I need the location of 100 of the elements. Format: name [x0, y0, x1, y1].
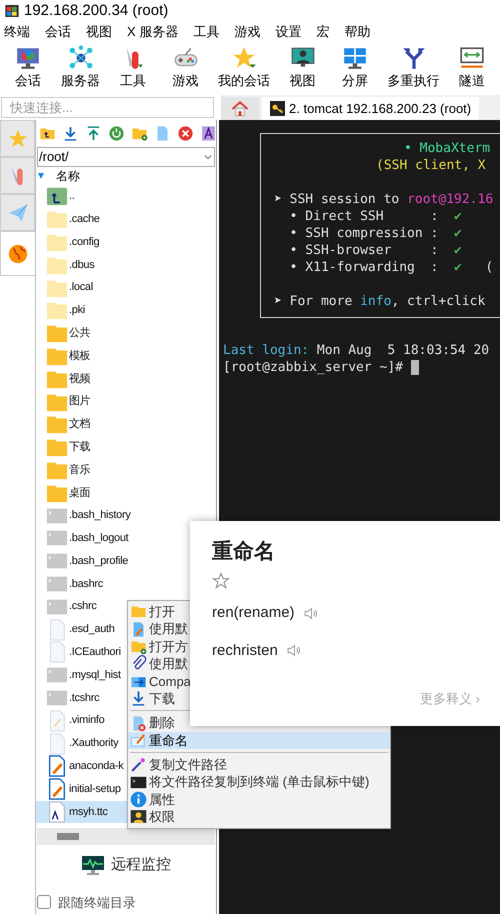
- app-logo-icon: [4, 3, 20, 19]
- window-title: 192.168.200.34 (root): [24, 0, 168, 21]
- upload-icon: [85, 125, 102, 142]
- toolbar-button[interactable]: 隧道: [452, 45, 492, 87]
- menu-item[interactable]: 打开: [128, 603, 190, 620]
- info-icon: [130, 791, 147, 808]
- menu-item[interactable]: 复制文件路径: [128, 756, 390, 774]
- monitor-chart-icon: [81, 853, 105, 878]
- file-pencil-icon: [46, 778, 68, 800]
- toolbar-button[interactable]: 多重执行: [388, 45, 440, 87]
- star-icon: [6, 128, 28, 150]
- menu-item[interactable]: 使用默: [128, 620, 190, 638]
- column-header[interactable]: 名称: [56, 167, 80, 185]
- translation-text: rechristen: [212, 640, 278, 660]
- side-tab[interactable]: [0, 231, 35, 276]
- file-row[interactable]: .bashrc: [36, 572, 216, 596]
- menu-item[interactable]: 重命名: [128, 732, 390, 750]
- download-icon: [62, 125, 79, 142]
- file-row[interactable]: .bash_history: [36, 504, 216, 527]
- toolbar-button[interactable]: 会话: [8, 45, 48, 87]
- toolbar-button[interactable]: 视图: [282, 45, 322, 87]
- menu-item[interactable]: 宏: [316, 22, 330, 42]
- file-row[interactable]: ..: [36, 185, 216, 208]
- feature-line: • SSH-browser : ✔: [288, 242, 463, 259]
- file-row[interactable]: 图片: [36, 390, 216, 413]
- checkbox[interactable]: [37, 895, 51, 910]
- cursor: [410, 360, 419, 375]
- star-outline-icon: [212, 572, 230, 590]
- remote-monitor-button[interactable]: 远程监控: [73, 851, 179, 880]
- toolbar-button[interactable]: 游戏: [166, 45, 206, 87]
- menu-item[interactable]: 终端: [4, 22, 30, 42]
- speaker-button[interactable]: [302, 604, 320, 622]
- file-row[interactable]: 桌面: [36, 481, 216, 504]
- menu-item[interactable]: 下载: [128, 690, 190, 708]
- menu-item[interactable]: Compa: [128, 672, 190, 690]
- home-icon: [231, 100, 249, 118]
- chevron-down-icon: [203, 152, 213, 162]
- network-icon: [68, 45, 94, 71]
- file-row[interactable]: 音乐: [36, 458, 216, 482]
- toolbar-button[interactable]: 服务器: [60, 45, 100, 87]
- menu-item[interactable]: 删除: [128, 714, 390, 732]
- side-tab[interactable]: [0, 157, 35, 194]
- menu-item[interactable]: 会话: [45, 22, 71, 42]
- file-row[interactable]: 视频: [36, 367, 216, 390]
- file-row[interactable]: .cache: [36, 208, 216, 231]
- menu-item[interactable]: X 服务器: [127, 22, 178, 42]
- menu-item[interactable]: 设置: [275, 22, 302, 42]
- info-line: ➤ For more info, ctrl+click: [274, 293, 486, 310]
- toolbar-button[interactable]: 分屏: [335, 45, 375, 87]
- popup-word: 重命名: [212, 541, 276, 562]
- menu-item[interactable]: 打开方: [128, 638, 190, 656]
- path-dropdown[interactable]: /root/: [37, 147, 215, 167]
- file-row[interactable]: 公共: [36, 322, 216, 345]
- file-row[interactable]: .pki: [36, 298, 216, 322]
- sort-triangle-icon: [38, 173, 44, 179]
- last-login-line: Last login: Mon Aug 5 18:03:54 20: [222, 342, 490, 359]
- speaker-button[interactable]: [286, 642, 303, 660]
- scrollbar[interactable]: [37, 828, 215, 846]
- feature-line: • X11-forwarding : ✔ (: [288, 259, 494, 276]
- file-pencil-icon: [46, 755, 68, 778]
- rename-icon: [130, 732, 147, 749]
- checkbox-label: 跟随终端目录: [58, 894, 136, 912]
- shell-prompt: [root@zabbix_server ~]#: [223, 359, 404, 376]
- key-icon: [270, 101, 285, 116]
- file-row[interactable]: 下载: [36, 436, 216, 459]
- banner-subtitle: (SSH client, X: [376, 158, 486, 173]
- up-folder-icon: [46, 185, 68, 208]
- menu-item[interactable]: 帮助: [344, 22, 370, 42]
- refresh-icon: [108, 125, 125, 142]
- file-row[interactable]: 文档: [36, 412, 216, 436]
- menu-item[interactable]: 将文件路径复制到终端 (单击鼠标中键): [128, 774, 390, 791]
- file-toolbar-button[interactable]: [62, 125, 79, 142]
- file-row[interactable]: 模板: [36, 344, 216, 368]
- magic-wand-icon: [130, 756, 147, 774]
- file-row[interactable]: .config: [36, 230, 216, 254]
- letter-a-icon: [200, 125, 216, 142]
- banner-title: • MobaXterm: [404, 141, 490, 156]
- menu-item[interactable]: 使用默: [128, 655, 190, 673]
- feature-line: • SSH compression : ✔: [288, 225, 463, 242]
- translation-text: ren(rename): [212, 603, 295, 623]
- file-row[interactable]: .local: [36, 276, 216, 299]
- speaker-icon: [302, 604, 320, 622]
- menu-item[interactable]: 游戏: [234, 22, 260, 42]
- delete-icon: [177, 125, 194, 142]
- font-file-icon: [46, 800, 68, 823]
- toolbar-button[interactable]: 工具: [113, 45, 153, 87]
- speaker-icon: [286, 642, 303, 660]
- file-row[interactable]: .dbus: [36, 253, 216, 276]
- file-toolbar-button[interactable]: [200, 125, 216, 142]
- menu-item[interactable]: 视图: [86, 22, 112, 42]
- feature-line: • Direct SSH : ✔: [288, 208, 463, 225]
- session-tab[interactable]: 2. tomcat 192.168.200.23 (root): [262, 97, 480, 120]
- home-tab[interactable]: [221, 97, 259, 120]
- user-badge-icon: [130, 808, 147, 826]
- globe-icon: [7, 242, 29, 264]
- session-line: ➤ SSH session to root@192.16: [274, 191, 494, 208]
- menu-item[interactable]: 工具: [193, 22, 220, 42]
- scrollbar-thumb[interactable]: [57, 833, 79, 840]
- quick-connect-field[interactable]: 快速连接...: [1, 97, 214, 118]
- toolbar-button[interactable]: 我的会话: [218, 45, 270, 87]
